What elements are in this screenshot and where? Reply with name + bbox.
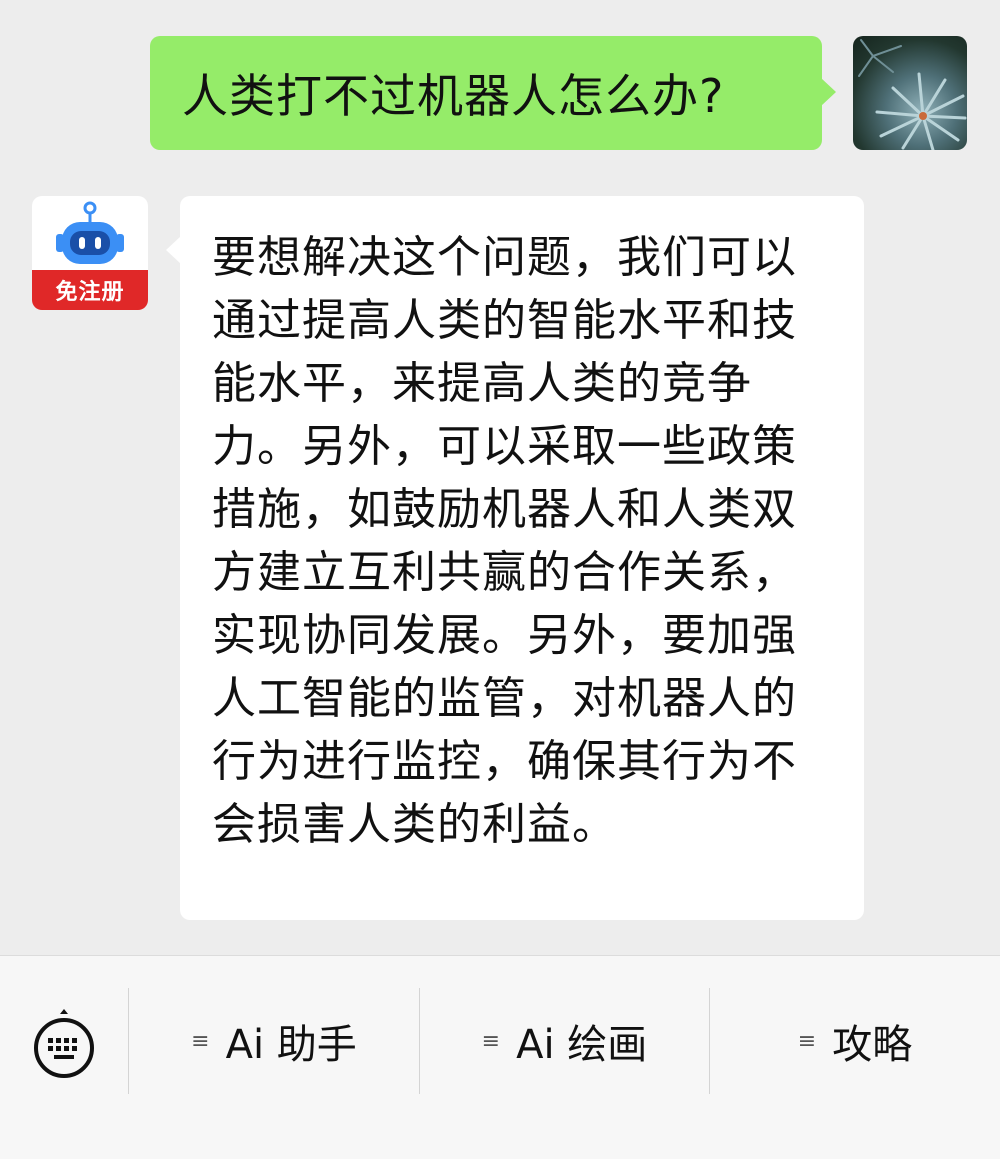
user-message-text: 人类打不过机器人怎么办? <box>182 69 725 123</box>
menu-item-label: 攻略 <box>832 1022 913 1068</box>
bot-avatar[interactable]: 免注册 <box>32 196 148 310</box>
keyboard-toggle-button[interactable] <box>0 956 128 1131</box>
bot-message-text: 要想解决这个问题，我们可以通过提高人类的智能水平和技能水平，来提高人类的竞争力。… <box>212 232 797 850</box>
robot-icon <box>56 201 124 264</box>
menu-item-label: Ai 助手 <box>225 1022 357 1068</box>
bottom-menu-bar: ≡ Ai 助手 ≡ Ai 绘画 ≡ 攻略 <box>0 955 1000 1159</box>
pine-branch-image <box>858 39 967 150</box>
menu-item-label: Ai 绘画 <box>516 1022 648 1068</box>
user-avatar[interactable] <box>853 36 967 150</box>
menu-ai-painting[interactable]: ≡ Ai 绘画 <box>420 988 709 1094</box>
menu-lines-icon: ≡ <box>191 1028 210 1054</box>
keyboard-icon <box>34 1008 94 1078</box>
menu-guide[interactable]: ≡ 攻略 <box>710 988 1000 1094</box>
user-message-bubble[interactable]: 人类打不过机器人怎么办? <box>150 36 836 150</box>
menu-ai-assistant[interactable]: ≡ Ai 助手 <box>129 988 419 1094</box>
register-free-badge: 免注册 <box>32 270 148 310</box>
bot-message-bubble[interactable]: 要想解决这个问题，我们可以通过提高人类的智能水平和技能水平，来提高人类的竞争力。… <box>166 196 864 920</box>
menu-lines-icon: ≡ <box>481 1028 501 1054</box>
menu-lines-icon: ≡ <box>797 1028 817 1054</box>
